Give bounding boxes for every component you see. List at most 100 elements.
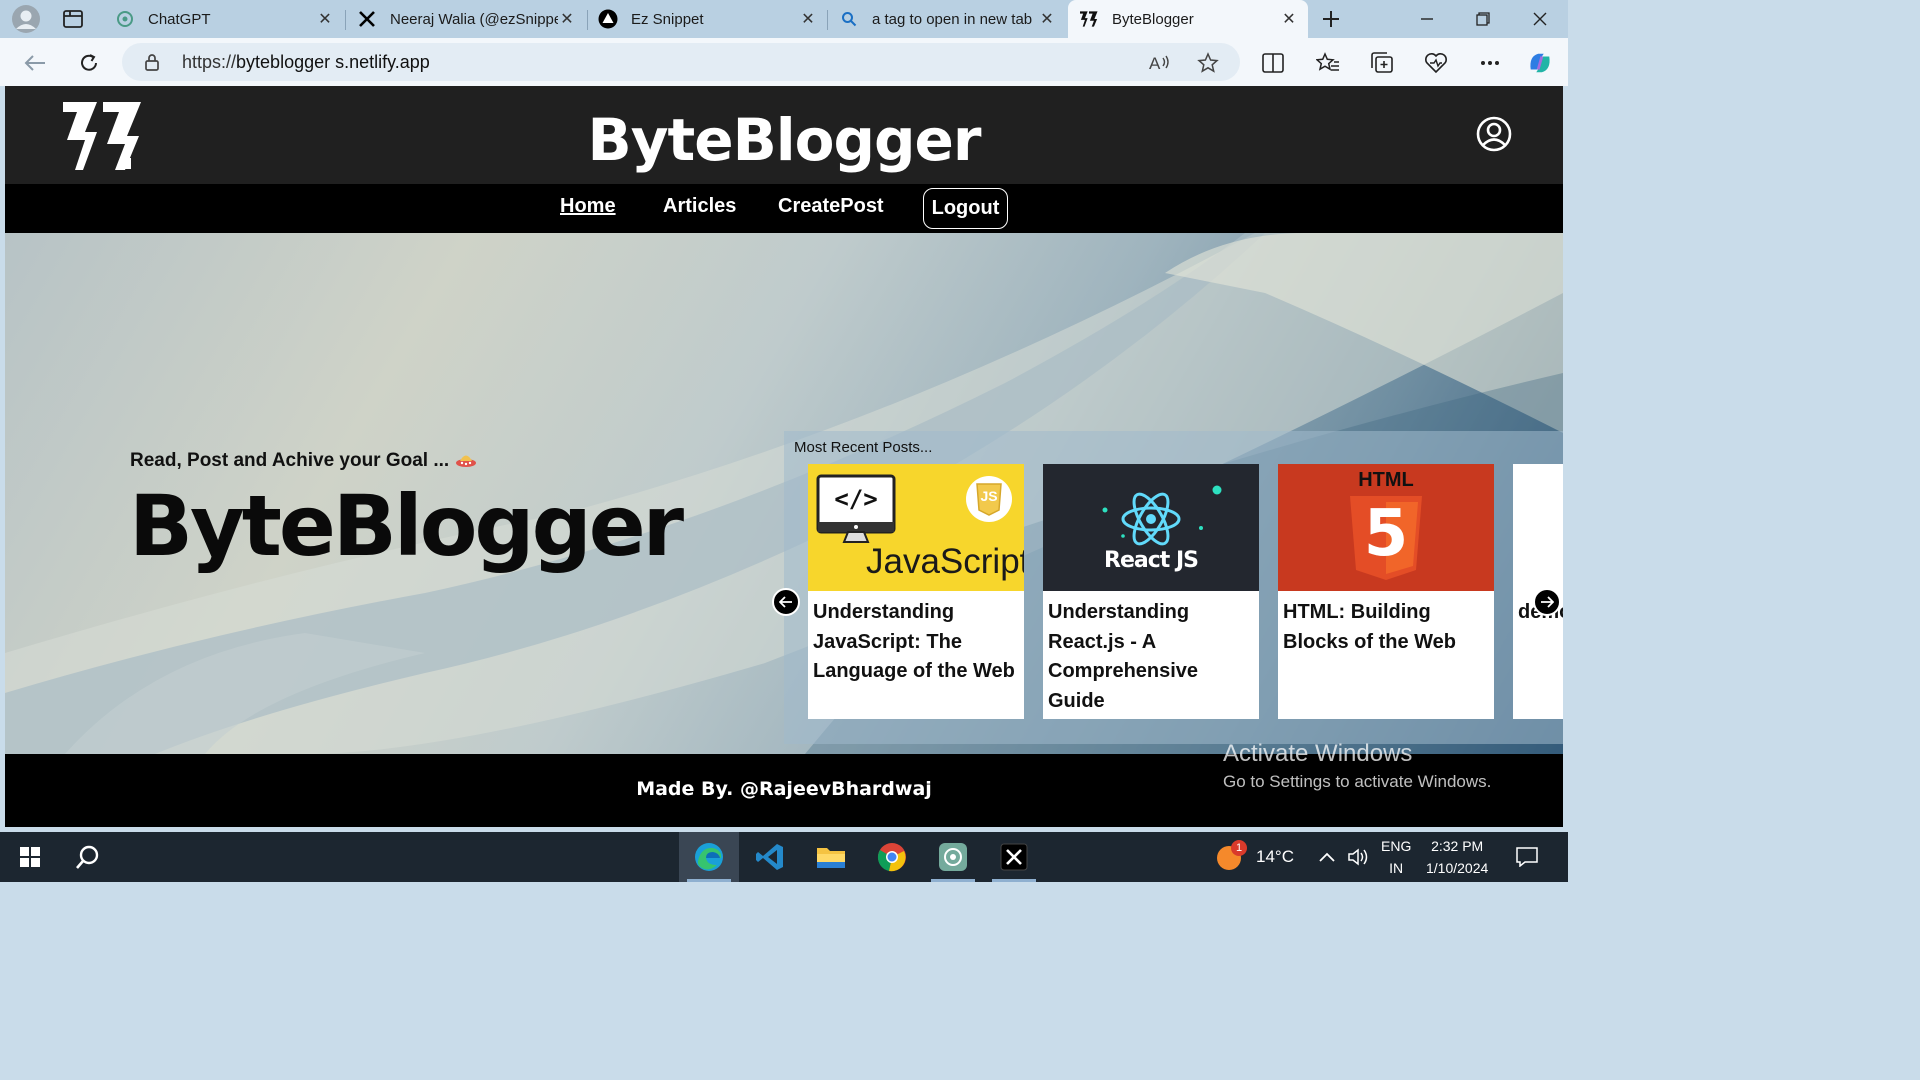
lock-icon[interactable] — [144, 53, 160, 75]
clock[interactable]: 2:32 PM 1/10/2024 — [1426, 832, 1488, 882]
language-code: ENG — [1381, 838, 1412, 854]
triangle-logo-icon — [597, 8, 619, 30]
byteblogger-logo-icon — [1078, 8, 1100, 30]
browser-tab-neeraj[interactable]: Neeraj Walia (@ezSnippe ✕ — [346, 0, 586, 38]
browser-tab-byteblogger[interactable]: ByteBlogger ✕ — [1068, 0, 1308, 38]
html-five-text: 5 — [1363, 497, 1409, 571]
collections-icon[interactable] — [1369, 50, 1395, 76]
read-aloud-icon[interactable]: A — [1148, 51, 1172, 75]
post-card[interactable]: React JS Understanding React.js - A Comp… — [1043, 464, 1259, 719]
running-indicator — [931, 879, 975, 882]
html-thumb-text: HTML — [1358, 469, 1414, 491]
x-app-icon[interactable] — [984, 832, 1044, 882]
logout-button[interactable]: Logout — [923, 188, 1008, 229]
close-icon[interactable]: ✕ — [316, 9, 334, 29]
user-profile-icon[interactable] — [1476, 116, 1512, 152]
browser-tab-search[interactable]: a tag to open in new tab ✕ — [828, 0, 1066, 38]
region-code: IN — [1389, 860, 1404, 876]
post-thumbnail-demo — [1513, 464, 1563, 591]
close-icon[interactable]: ✕ — [558, 9, 576, 29]
tab-title: ChatGPT — [148, 10, 211, 28]
address-bar[interactable]: https://byteblogger s.netlify.app A — [122, 43, 1240, 81]
watermark-title: Activate Windows — [1223, 740, 1413, 767]
copilot-icon[interactable] — [1527, 50, 1553, 76]
tab-actions-icon[interactable] — [60, 7, 86, 31]
post-card-title[interactable]: HTML: Building Blocks of the Web — [1283, 598, 1491, 657]
x-logo-icon — [356, 8, 378, 30]
recent-posts-panel: Most Recent Posts... </> JS JavaScript U… — [772, 431, 1563, 744]
weather-sun-icon: 1 — [1216, 840, 1247, 871]
js-badge-text: JS — [980, 488, 998, 504]
url-host: byteblogger s.netlify.app — [236, 52, 430, 72]
site-header: ByteBlogger — [5, 86, 1563, 184]
site-title: ByteBlogger — [587, 106, 982, 174]
show-hidden-icons-icon[interactable] — [1318, 832, 1336, 882]
post-card-title[interactable]: Understanding JavaScript: The Language o… — [813, 598, 1021, 687]
more-options-icon[interactable] — [1477, 50, 1503, 76]
carousel-prev-button[interactable] — [772, 588, 800, 616]
tab-title: Neeraj Walia (@ezSnippe — [390, 10, 558, 28]
volume-icon[interactable] — [1347, 832, 1371, 882]
close-icon[interactable]: ✕ — [1038, 9, 1056, 29]
url-text[interactable]: https://byteblogger s.netlify.app — [182, 52, 430, 73]
close-window-icon[interactable] — [1528, 8, 1552, 30]
post-thumbnail-html: HTML 5 — [1278, 464, 1494, 591]
profile-avatar-icon[interactable] — [10, 4, 42, 34]
recent-posts-label: Most Recent Posts... — [794, 439, 933, 456]
clock-date: 1/10/2024 — [1426, 860, 1489, 876]
new-tab-button[interactable] — [1318, 6, 1344, 32]
close-icon[interactable]: ✕ — [1280, 9, 1298, 29]
search-icon — [838, 8, 860, 30]
minimize-icon[interactable] — [1415, 8, 1439, 30]
site-nav: Home Articles CreatePost Logout — [5, 184, 1563, 233]
svg-text:</>: </> — [834, 485, 877, 513]
windows-start-icon[interactable] — [0, 832, 60, 882]
hero-tagline-text: Read, Post and Achive your Goal ... — [130, 450, 450, 471]
tab-title: ByteBlogger — [1112, 10, 1194, 28]
language-indicator[interactable]: ENG IN — [1381, 832, 1411, 882]
edge-browser-icon[interactable] — [679, 832, 739, 882]
taskbar-search-icon[interactable] — [58, 832, 118, 882]
chrome-icon[interactable] — [862, 832, 922, 882]
close-icon[interactable]: ✕ — [799, 9, 817, 29]
post-card-title[interactable]: Understanding React.js - A Comprehensive… — [1048, 598, 1256, 716]
watermark-subtitle: Go to Settings to activate Windows. — [1223, 772, 1492, 791]
tab-title: Ez Snippet — [631, 10, 704, 28]
vscode-icon[interactable] — [740, 832, 800, 882]
file-explorer-icon[interactable] — [801, 832, 861, 882]
arrow-right-icon — [1541, 596, 1554, 608]
browser-tab-ezsnippet[interactable]: Ez Snippet ✕ — [587, 0, 827, 38]
split-screen-icon[interactable] — [1260, 50, 1286, 76]
post-card[interactable]: </> JS JavaScript Understanding JavaScri… — [808, 464, 1024, 719]
carousel-next-button[interactable] — [1533, 588, 1561, 616]
favorites-icon[interactable] — [1315, 50, 1341, 76]
browser-tab-chatgpt[interactable]: ChatGPT ✕ — [104, 0, 344, 38]
nav-home[interactable]: Home — [560, 195, 616, 218]
arrow-left-icon — [779, 596, 792, 608]
post-card[interactable]: HTML 5 HTML: Building Blocks of the Web — [1278, 464, 1494, 719]
notification-center-icon[interactable] — [1516, 832, 1538, 882]
clock-time: 2:32 PM — [1431, 838, 1484, 854]
browser-toolbar: https://byteblogger s.netlify.app A — [0, 38, 1568, 86]
weather-temp: 14°C — [1256, 847, 1294, 866]
svg-text:A: A — [1149, 54, 1161, 73]
hero-title: ByteBlogger — [129, 477, 684, 575]
post-thumbnail-javascript: </> JS JavaScript — [808, 464, 1024, 591]
react-thumb-text: React JS — [1104, 548, 1199, 573]
weather-widget[interactable]: 1 14°C — [1216, 832, 1294, 882]
restore-icon[interactable] — [1471, 8, 1495, 30]
back-arrow-icon[interactable] — [22, 50, 48, 76]
windows-taskbar: 1 14°C ENG IN 2:32 PM 1/10/2024 — [0, 832, 1568, 882]
browser-essentials-icon[interactable] — [1423, 50, 1449, 76]
active-indicator — [687, 879, 731, 882]
favorite-star-icon[interactable] — [1196, 51, 1220, 75]
browser-tab-strip: ChatGPT ✕ Neeraj Walia (@ezSnippe ✕ Ez S… — [0, 0, 1568, 38]
hero-tagline: Read, Post and Achive your Goal ... — [130, 450, 477, 472]
refresh-icon[interactable] — [76, 50, 102, 76]
nav-articles[interactable]: Articles — [663, 195, 736, 218]
hero-section: Read, Post and Achive your Goal ... Byte… — [5, 233, 1563, 754]
nav-create-post[interactable]: CreatePost — [778, 195, 884, 218]
chatgpt-app-icon[interactable] — [923, 832, 983, 882]
web-page: ByteBlogger Home Articles CreatePost Log… — [5, 86, 1563, 827]
post-thumbnail-react: React JS — [1043, 464, 1259, 591]
